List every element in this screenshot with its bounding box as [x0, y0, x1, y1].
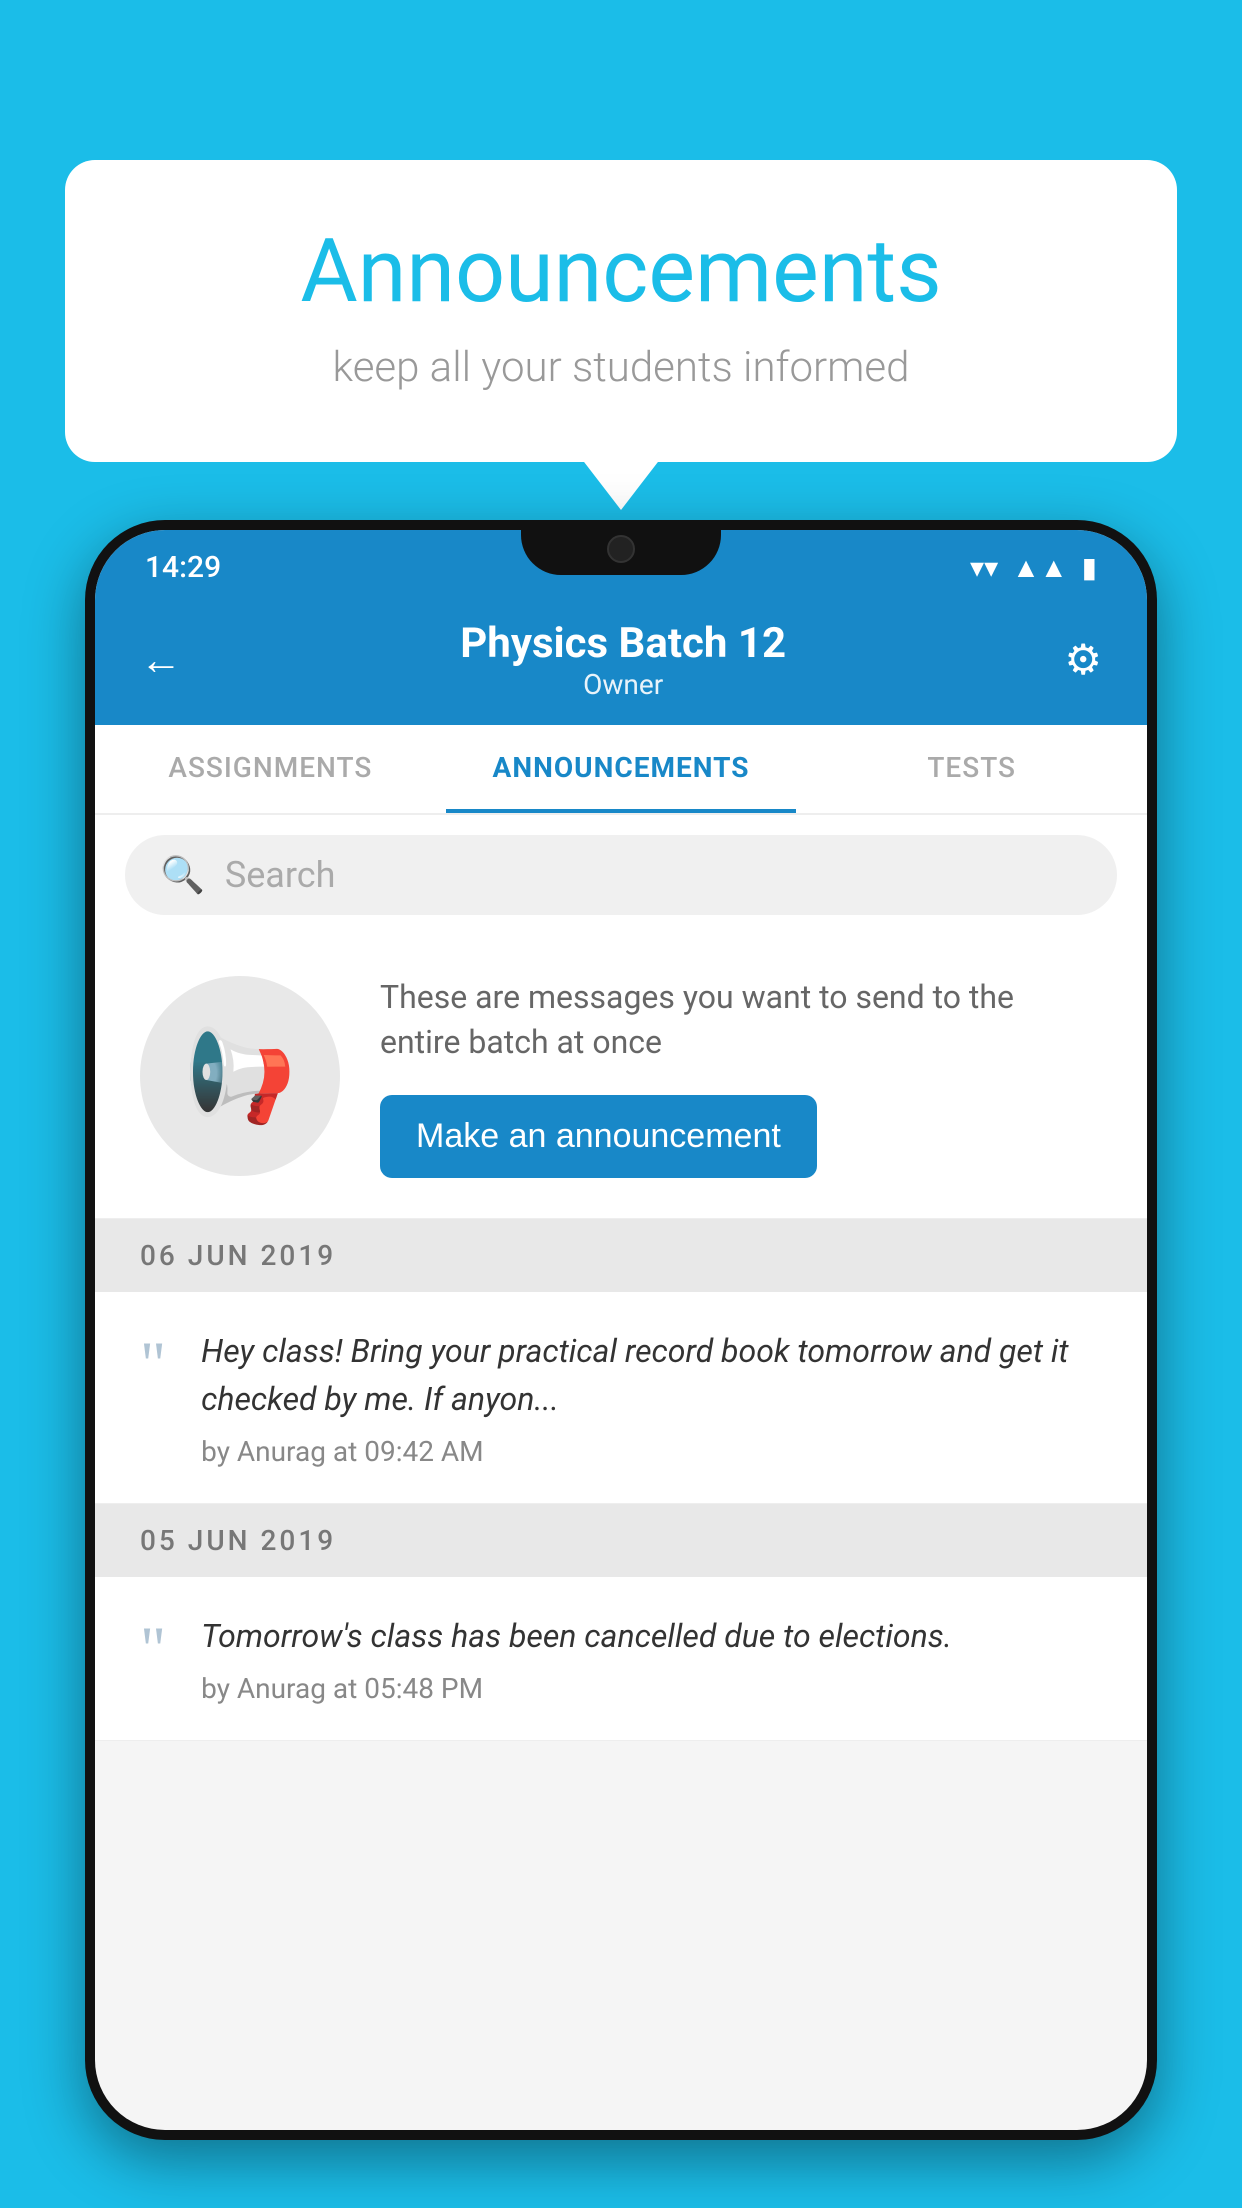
announcement-text-2: Tomorrow's class has been cancelled due …	[201, 1612, 1102, 1660]
announcement-content-1: Hey class! Bring your practical record b…	[201, 1327, 1102, 1468]
date-separator-2: 05 JUN 2019	[95, 1504, 1147, 1577]
quote-icon-1: "	[140, 1332, 166, 1396]
make-announcement-button[interactable]: Make an announcement	[380, 1095, 817, 1178]
tabs-container: ASSIGNMENTS ANNOUNCEMENTS TESTS	[95, 725, 1147, 815]
phone-notch	[521, 520, 721, 575]
cta-description: These are messages you want to send to t…	[380, 975, 1102, 1065]
phone-body: 14:29 ▾▾ ▲▲ ▮ ← Physics Batch 12 Owner ⚙	[85, 520, 1157, 2140]
announcement-content-2: Tomorrow's class has been cancelled due …	[201, 1612, 1102, 1705]
quote-icon-2: "	[140, 1617, 166, 1681]
tab-assignments[interactable]: ASSIGNMENTS	[95, 725, 446, 813]
cta-right: These are messages you want to send to t…	[380, 975, 1102, 1178]
wifi-icon: ▾▾	[970, 551, 998, 584]
announcement-meta-1: by Anurag at 09:42 AM	[201, 1435, 1102, 1468]
app-header: ← Physics Batch 12 Owner ⚙	[95, 595, 1147, 725]
megaphone-circle: 📢	[140, 976, 340, 1176]
speech-bubble: Announcements keep all your students inf…	[65, 160, 1177, 462]
signal-icon: ▲▲	[1012, 551, 1067, 584]
status-icons: ▾▾ ▲▲ ▮	[970, 551, 1097, 584]
header-title: Physics Batch 12	[460, 619, 786, 668]
search-icon: 🔍	[160, 854, 205, 896]
announcement-cta: 📢 These are messages you want to send to…	[95, 935, 1147, 1219]
bubble-title: Announcements	[145, 220, 1097, 323]
megaphone-icon: 📢	[184, 1024, 296, 1129]
tab-tests[interactable]: TESTS	[796, 725, 1147, 813]
search-input[interactable]: Search	[225, 854, 336, 896]
phone-camera	[607, 535, 635, 563]
announcement-text-1: Hey class! Bring your practical record b…	[201, 1327, 1102, 1423]
announcement-item-2[interactable]: " Tomorrow's class has been cancelled du…	[95, 1577, 1147, 1741]
search-box[interactable]: 🔍 Search	[125, 835, 1117, 915]
bubble-subtitle: keep all your students informed	[145, 343, 1097, 392]
header-subtitle: Owner	[460, 668, 786, 701]
battery-icon: ▮	[1082, 551, 1097, 584]
phone-container: 14:29 ▾▾ ▲▲ ▮ ← Physics Batch 12 Owner ⚙	[85, 520, 1157, 2208]
announcement-meta-2: by Anurag at 05:48 PM	[201, 1672, 1102, 1705]
announcement-item-1[interactable]: " Hey class! Bring your practical record…	[95, 1292, 1147, 1504]
back-button[interactable]: ←	[140, 636, 182, 685]
date-separator-1: 06 JUN 2019	[95, 1219, 1147, 1292]
speech-bubble-container: Announcements keep all your students inf…	[65, 160, 1177, 462]
phone-screen: 14:29 ▾▾ ▲▲ ▮ ← Physics Batch 12 Owner ⚙	[95, 530, 1147, 2130]
tab-announcements[interactable]: ANNOUNCEMENTS	[446, 725, 797, 813]
settings-button[interactable]: ⚙	[1064, 635, 1102, 685]
header-center: Physics Batch 12 Owner	[460, 619, 786, 701]
status-time: 14:29	[145, 550, 221, 585]
search-container: 🔍 Search	[95, 815, 1147, 935]
